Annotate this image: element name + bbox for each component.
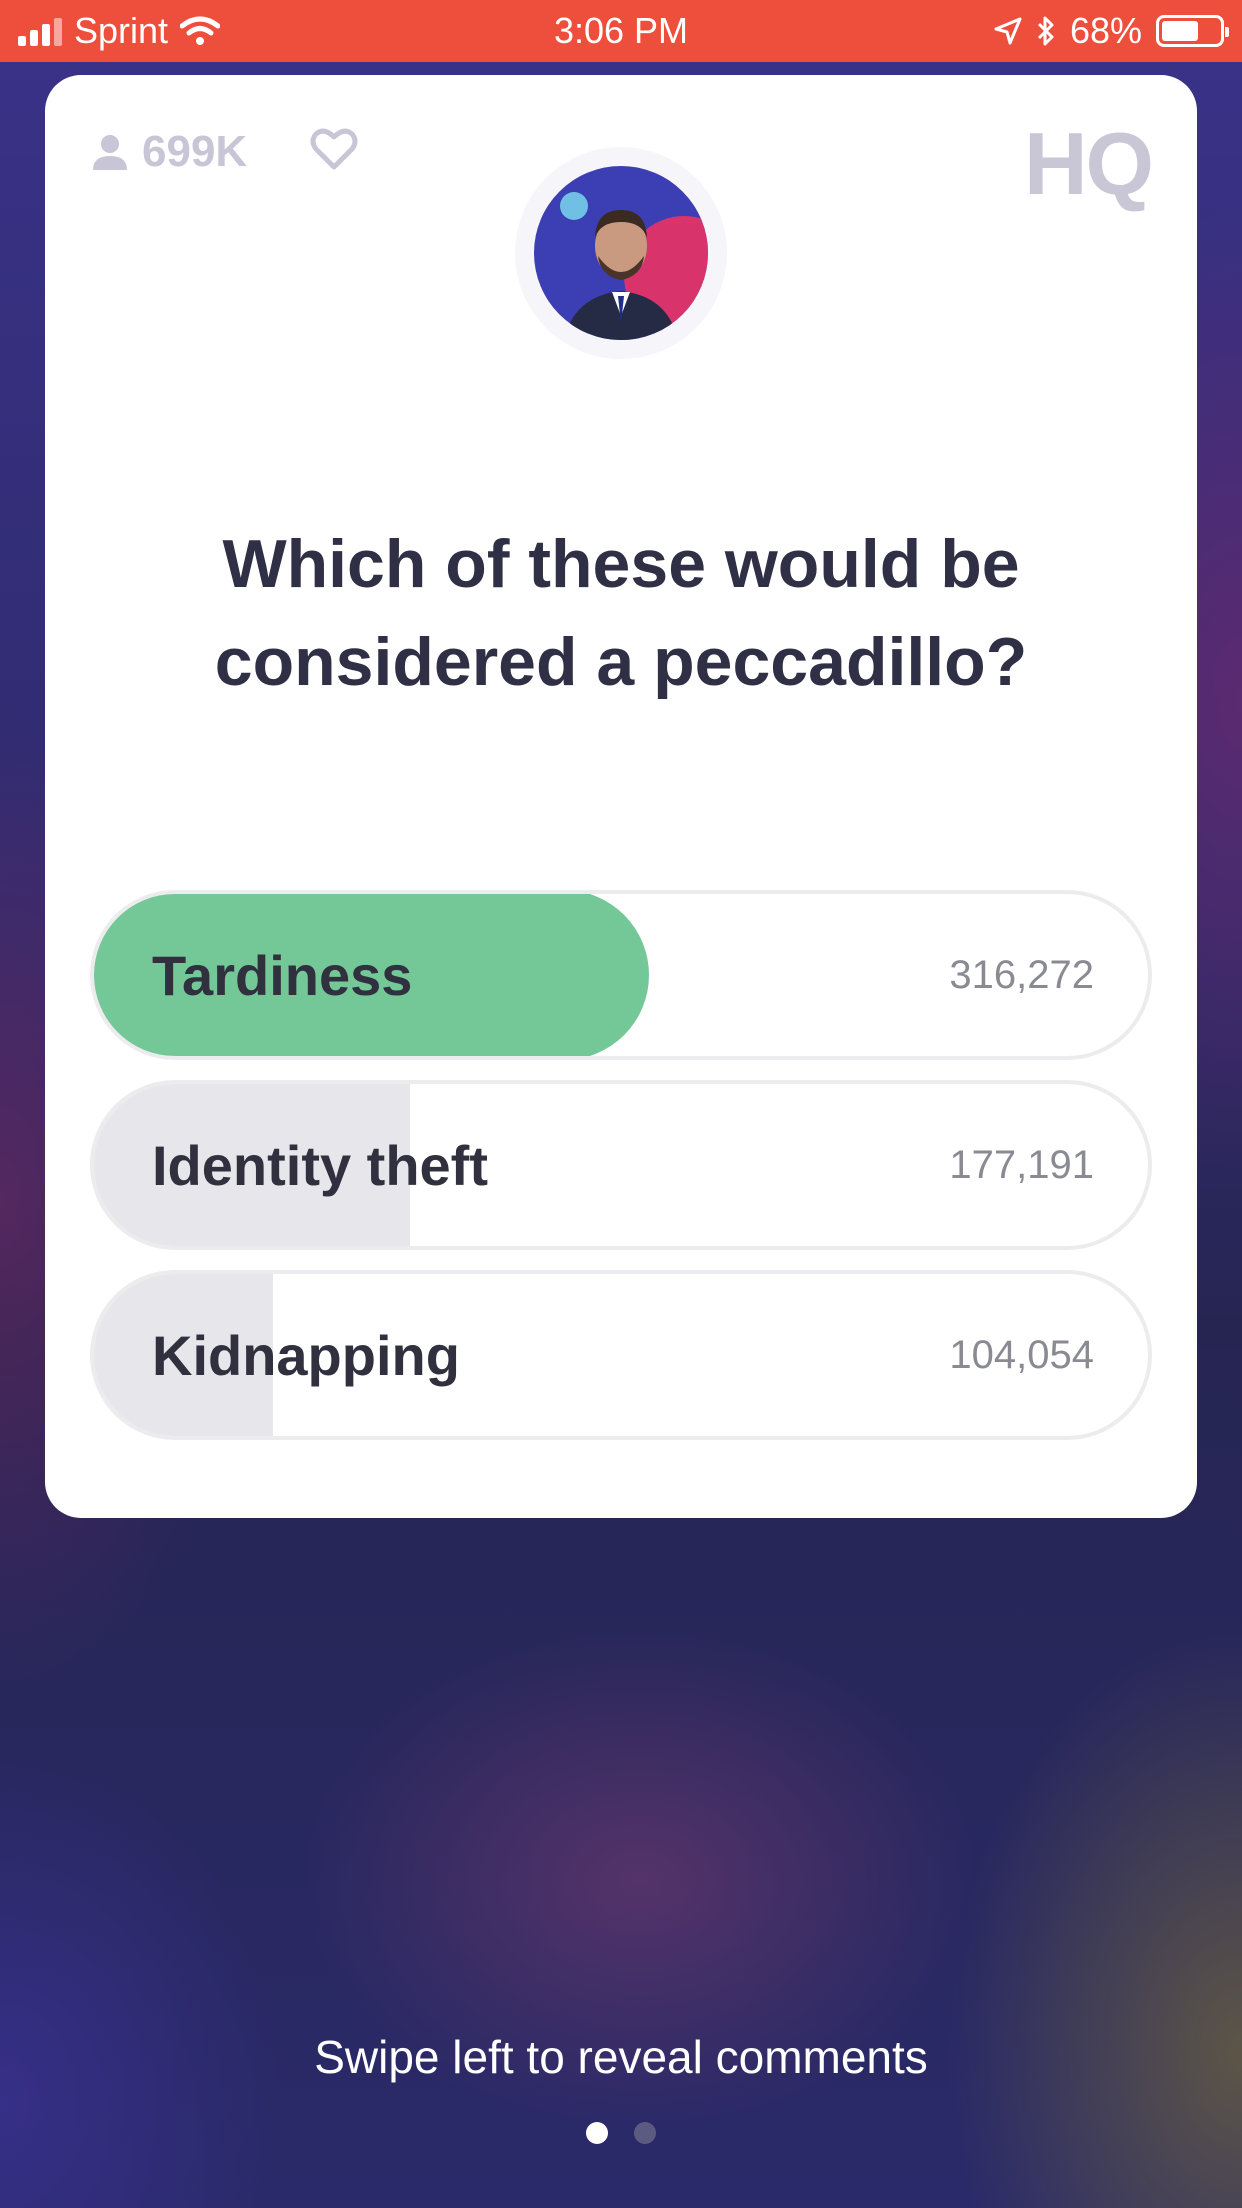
answer-label: Identity theft	[152, 1133, 488, 1197]
answer-option-kidnapping[interactable]: Kidnapping 104,054	[90, 1270, 1152, 1440]
heart-icon[interactable]	[310, 127, 358, 171]
answer-option-identity-theft[interactable]: Identity theft 177,191	[90, 1080, 1152, 1250]
swipe-hint: Swipe left to reveal comments	[314, 2031, 928, 2083]
page-indicator[interactable]	[0, 2122, 1242, 2144]
location-arrow-icon	[994, 17, 1022, 45]
person-icon	[93, 135, 127, 170]
answer-label: Kidnapping	[152, 1323, 460, 1387]
hq-logo: HQ	[1024, 114, 1154, 213]
bluetooth-icon	[1037, 16, 1054, 46]
viewer-count: 699K	[90, 127, 247, 177]
answer-count: 316,272	[949, 952, 1094, 997]
answer-count: 177,191	[949, 1142, 1094, 1187]
viewer-count-label: 699K	[142, 127, 248, 176]
answer-option-tardiness[interactable]: Tardiness 316,272	[90, 890, 1152, 1060]
host-video-icon	[534, 166, 708, 340]
question-card: 699K HQ Which of these would be consider…	[45, 75, 1197, 1518]
question-text: Which of these would be considered a pec…	[214, 526, 1028, 700]
battery-icon	[1156, 15, 1229, 47]
host-avatar	[515, 147, 727, 359]
page-dot[interactable]	[586, 2122, 608, 2144]
answer-count: 104,054	[949, 1332, 1094, 1377]
page-dot[interactable]	[634, 2122, 656, 2144]
answer-label: Tardiness	[152, 943, 413, 1007]
status-bar: Sprint 3:06 PM 68%	[0, 0, 1242, 62]
battery-percent: 68%	[1069, 10, 1142, 51]
